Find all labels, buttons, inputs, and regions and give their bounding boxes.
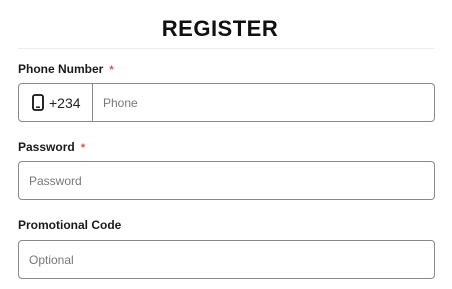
form-title: REGISTER: [161, 16, 279, 41]
phone-input-wrap: [93, 84, 434, 121]
register-form: REGISTER Phone Number * +234 Password * Pr…: [0, 0, 452, 289]
phone-required-mark: *: [109, 64, 114, 76]
password-label-row: Password *: [18, 140, 85, 154]
promo-field: [18, 240, 435, 279]
password-required-mark: *: [80, 142, 85, 154]
phone-field: +234: [18, 83, 435, 122]
phone-label: Phone Number: [18, 62, 104, 76]
phone-label-row: Phone Number *: [18, 62, 114, 76]
password-label: Password: [18, 140, 75, 154]
promo-label: Promotional Code: [18, 218, 122, 232]
promo-label-row: Promotional Code: [18, 218, 121, 232]
password-input[interactable]: [19, 162, 434, 199]
country-code-selector[interactable]: +234: [19, 84, 93, 121]
password-field: [18, 161, 435, 200]
promo-code-input[interactable]: [19, 241, 434, 278]
mobile-phone-icon: [32, 94, 44, 111]
phone-input[interactable]: [93, 84, 434, 121]
country-code: +234: [49, 94, 81, 111]
title-divider: [18, 48, 434, 49]
